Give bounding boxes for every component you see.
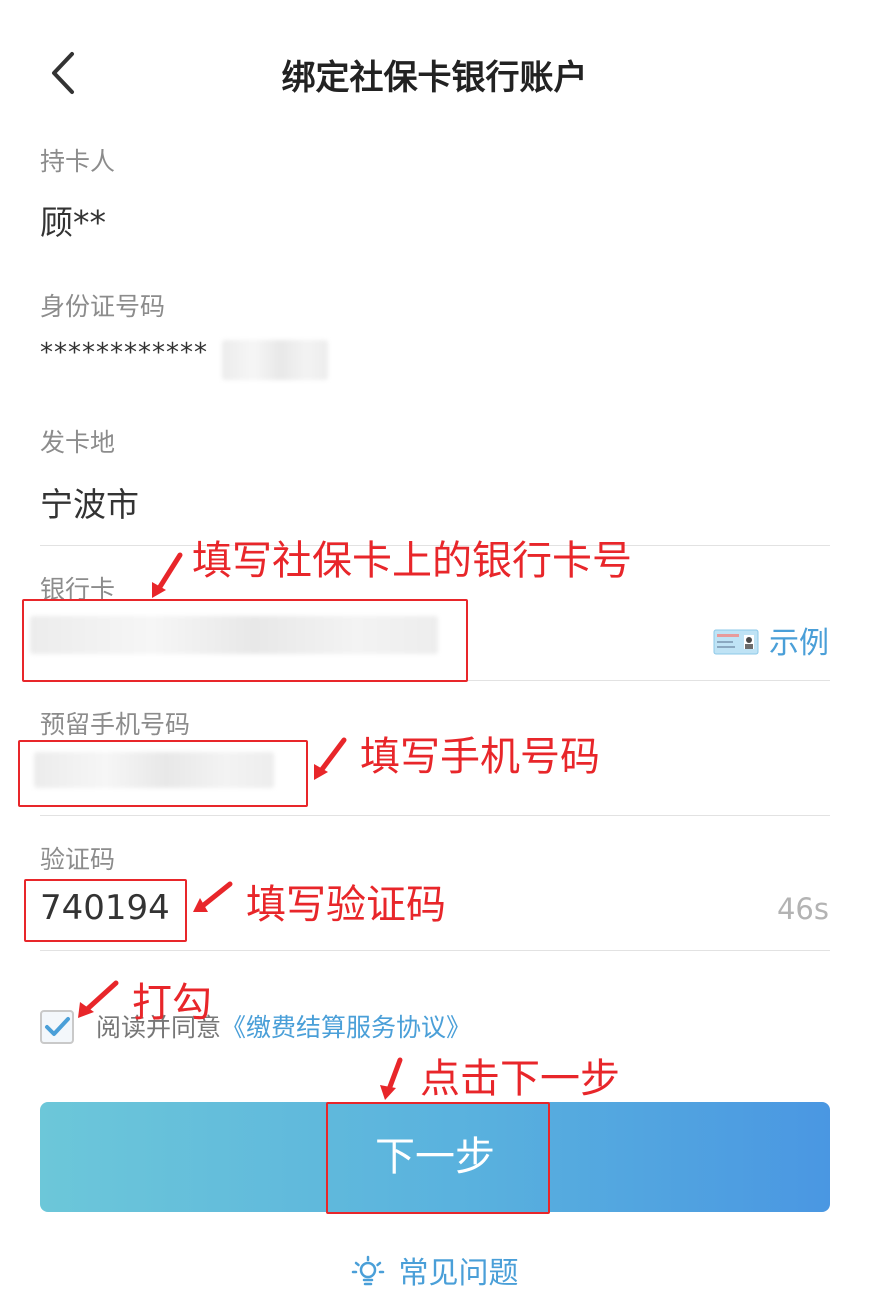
arrow-icon [197,881,233,911]
arrow-icon [155,552,183,593]
arrowhead-icon [380,1085,396,1100]
arrow-icon [81,980,119,1015]
arrow-icon [317,737,347,775]
annotation-arrows [78,552,403,1100]
